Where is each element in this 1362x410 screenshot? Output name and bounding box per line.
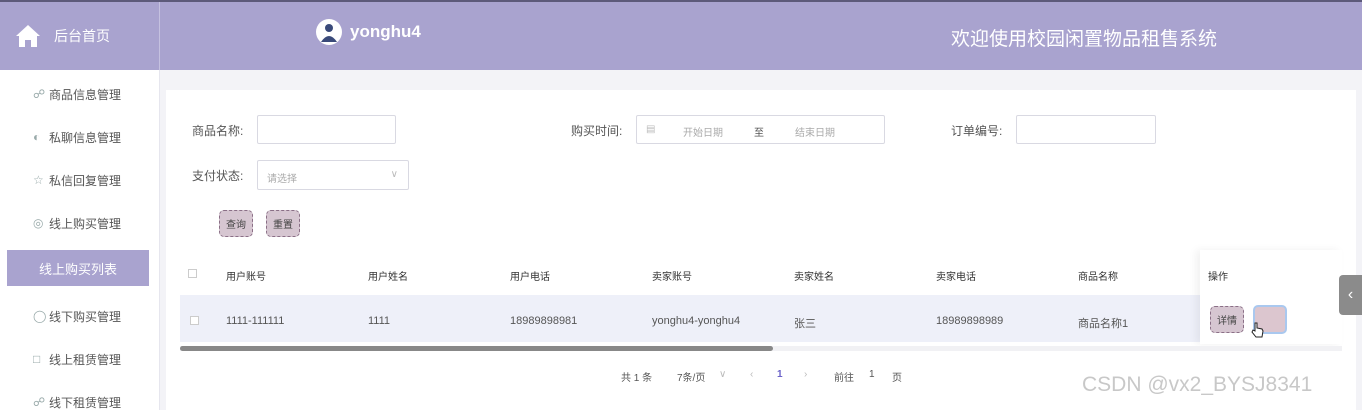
page-size-select[interactable]: 7条/页 — [677, 369, 705, 384]
reset-button[interactable]: 重置 — [266, 210, 300, 237]
cell-seller-name: 张三 — [794, 318, 816, 330]
sidebar-item-offline-purchase[interactable]: ◯ 线下购买管理 — [0, 298, 160, 334]
bag-icon: ◯ — [33, 309, 47, 323]
column-header: 商品名称 — [1078, 272, 1118, 283]
sidebar-item-label: 私聊信息管理 — [49, 130, 122, 145]
date-range-picker[interactable]: ▤ 开始日期 至 结束日期 — [636, 115, 885, 144]
star-icon: ☆ — [33, 173, 44, 187]
sidebar-item-offline-rental[interactable]: ☍ 线下租赁管理 — [0, 384, 160, 410]
horizontal-scrollbar[interactable] — [180, 346, 773, 351]
sidebar-item-label: 私信回复管理 — [49, 173, 122, 188]
query-button[interactable]: 查询 — [219, 210, 253, 237]
home-label: 后台首页 — [54, 28, 110, 44]
calendar-icon: □ — [33, 352, 41, 366]
column-header: 操作 — [1208, 272, 1228, 283]
avatar — [316, 19, 342, 45]
hand-cursor-icon — [1251, 322, 1264, 338]
watermark: CSDN @vx2_BYSJ8341 — [1082, 373, 1313, 396]
home-link[interactable]: 后台首页 — [0, 2, 160, 70]
chat-icon: ◐ — [33, 130, 41, 144]
row-checkbox[interactable] — [190, 316, 199, 325]
purchase-time-label: 购买时间: — [571, 124, 623, 138]
product-name-input[interactable] — [257, 115, 396, 144]
product-name-label: 商品名称: — [192, 124, 244, 138]
chevron-down-icon: ∨ — [390, 169, 398, 180]
chevron-down-icon: ∨ — [719, 369, 727, 380]
range-separator: 至 — [754, 128, 764, 139]
sidebar-item-online-rental[interactable]: □ 线上租赁管理 — [0, 341, 160, 377]
cell-user-account: 1111-111111 — [226, 315, 285, 327]
cell-user-phone: 18989898981 — [510, 315, 578, 327]
detail-button[interactable]: 详情 — [1210, 306, 1244, 333]
sidebar-item-online-purchase[interactable]: ◎ 线上购买管理 — [0, 205, 160, 241]
next-page-icon[interactable]: › — [804, 369, 807, 380]
main-card: 商品名称: 购买时间: ▤ 开始日期 至 结束日期 订单编号: 支付状态: 请选… — [166, 90, 1356, 410]
select-all-checkbox[interactable] — [188, 269, 197, 278]
cell-product-name: 商品名称1 — [1078, 318, 1129, 330]
pay-status-label: 支付状态: — [192, 169, 244, 183]
sidebar-item-label: 线上购买列表 — [38, 261, 117, 277]
column-header: 用户姓名 — [368, 272, 408, 283]
sidebar-item-label: 线下购买管理 — [49, 309, 122, 324]
goto-label: 前往 — [834, 373, 854, 384]
sidebar-item-private-reply[interactable]: ☆ 私信回复管理 — [0, 162, 160, 198]
gift-icon: ☍ — [33, 87, 46, 101]
pay-status-placeholder: 请选择 — [267, 174, 297, 185]
column-header: 卖家电话 — [936, 272, 976, 283]
column-header: 卖家账号 — [652, 272, 692, 283]
cell-seller-phone: 18989898989 — [936, 315, 1004, 327]
start-date-input[interactable]: 开始日期 — [683, 124, 723, 139]
goto-page-input[interactable]: 1 — [869, 369, 875, 380]
home-icon — [16, 25, 40, 47]
collapse-panel-button[interactable]: ‹ — [1339, 275, 1362, 315]
pagination-total: 共 1 条 — [621, 373, 653, 384]
order-no-label: 订单编号: — [951, 124, 1003, 138]
sidebar-item-label: 线下租赁管理 — [49, 395, 122, 410]
compass-icon: ◎ — [33, 216, 44, 230]
sidebar-item-product-info[interactable]: ☍ 商品信息管理 — [0, 76, 160, 112]
end-date-input[interactable]: 结束日期 — [795, 124, 835, 139]
sidebar-item-label: 线上购买管理 — [49, 216, 122, 231]
sidebar-item-label: 线上租赁管理 — [49, 352, 122, 367]
order-no-input[interactable] — [1016, 115, 1156, 144]
sidebar-item-private-chat[interactable]: ◐ 私聊信息管理 — [0, 119, 160, 155]
column-header: 用户电话 — [510, 272, 550, 283]
sidebar: ☍ 商品信息管理 ◐ 私聊信息管理 ☆ 私信回复管理 ◎ 线上购买管理 线上购买… — [0, 70, 160, 410]
sidebar-item-online-purchase-list[interactable]: 线上购买列表 — [7, 250, 149, 286]
user-avatar-icon — [321, 24, 337, 42]
top-header: 后台首页 yonghu4 欢迎使用校园闲置物品租售系统 — [0, 0, 1362, 70]
cell-user-name: 1111 — [368, 315, 391, 327]
sidebar-item-label: 商品信息管理 — [49, 87, 122, 102]
gift-icon: ☍ — [33, 395, 46, 409]
username: yonghu4 — [350, 22, 421, 41]
table-row[interactable] — [180, 295, 1342, 342]
cell-seller-account: yonghu4-yonghu4 — [652, 315, 741, 327]
column-header: 用户账号 — [226, 272, 266, 283]
page-number-current[interactable]: 1 — [777, 369, 783, 380]
user-info[interactable]: yonghu4 — [316, 19, 421, 45]
welcome-title: 欢迎使用校园闲置物品租售系统 — [951, 29, 1218, 50]
prev-page-icon[interactable]: ‹ — [750, 369, 753, 380]
operations-column: 操作 详情 — [1200, 250, 1342, 344]
calendar-icon: ▤ — [646, 124, 656, 135]
chevron-left-icon: ‹ — [1347, 286, 1354, 303]
column-header: 卖家姓名 — [794, 272, 834, 283]
pay-status-select[interactable]: 请选择 ∨ — [257, 160, 409, 190]
page-suffix: 页 — [892, 373, 902, 384]
